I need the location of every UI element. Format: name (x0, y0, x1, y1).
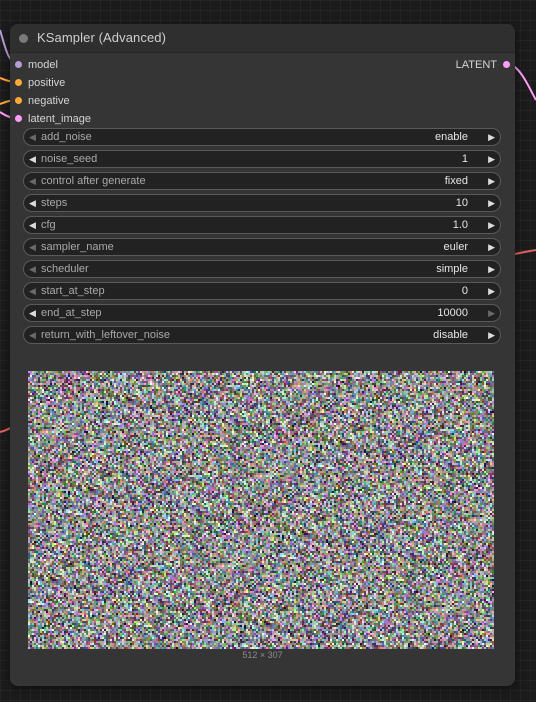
widget-name: add_noise (41, 131, 92, 143)
widget-list: ◀ add_noise enable ▶ ◀ noise_seed 1 ▶ ◀ control a… (23, 128, 501, 348)
output-label: LATENT (455, 59, 497, 71)
increment-arrow-icon[interactable]: ▶ (485, 327, 495, 343)
decrement-arrow-icon[interactable]: ◀ (29, 283, 39, 299)
widget-name: steps (41, 197, 68, 209)
widget-end-at-step[interactable]: ◀ end_at_step 10000 ▶ (23, 304, 501, 322)
input-label: positive (28, 77, 66, 89)
widget-cfg[interactable]: ◀ cfg 1.0 ▶ (23, 216, 501, 234)
input-label: model (28, 59, 58, 71)
widget-control-after-generate[interactable]: ◀ control after generate fixed ▶ (23, 172, 501, 190)
input-connector-icon[interactable] (15, 97, 22, 104)
decrement-arrow-icon[interactable]: ◀ (29, 261, 39, 277)
input-connector-icon[interactable] (15, 61, 22, 68)
widget-value[interactable]: 1 (462, 151, 468, 167)
input-label: latent_image (28, 113, 91, 125)
widget-name: noise_seed (41, 153, 98, 165)
increment-arrow-icon[interactable]: ▶ (485, 129, 495, 145)
widget-scheduler[interactable]: ◀ scheduler simple ▶ (23, 260, 501, 278)
widget-name: control after generate (41, 175, 146, 187)
widget-value[interactable]: 10 (456, 195, 468, 211)
increment-arrow-icon[interactable]: ▶ (485, 283, 495, 299)
node-title: KSampler (Advanced) (37, 30, 167, 45)
increment-arrow-icon[interactable]: ▶ (485, 173, 495, 189)
widget-name: end_at_step (41, 307, 102, 319)
input-connector-icon[interactable] (15, 115, 22, 122)
widget-name: sampler_name (41, 241, 114, 253)
output-slot-latent[interactable]: LATENT (430, 57, 510, 73)
widget-value[interactable]: 0 (462, 283, 468, 299)
widget-value[interactable]: disable (433, 327, 468, 343)
widget-name: return_with_leftover_noise (41, 329, 171, 341)
widget-add-noise[interactable]: ◀ add_noise enable ▶ (23, 128, 501, 146)
increment-arrow-icon[interactable]: ▶ (485, 305, 495, 321)
widget-steps[interactable]: ◀ steps 10 ▶ (23, 194, 501, 212)
right-red-link[interactable] (514, 249, 536, 255)
widget-value[interactable]: fixed (445, 173, 468, 189)
widget-start-at-step[interactable]: ◀ start_at_step 0 ▶ (23, 282, 501, 300)
ksampler-advanced-node[interactable]: KSampler (Advanced) model positive negativ… (10, 24, 515, 686)
widget-name: scheduler (41, 263, 89, 275)
widget-return-with-leftover-noise[interactable]: ◀ return_with_leftover_noise disable ▶ (23, 326, 501, 344)
input-connector-icon[interactable] (15, 79, 22, 86)
preview-dimensions: 512 × 307 (242, 650, 283, 660)
increment-arrow-icon[interactable]: ▶ (485, 217, 495, 233)
graph-canvas[interactable]: KSampler (Advanced) model positive negativ… (0, 0, 536, 702)
widget-value[interactable]: 1.0 (453, 217, 468, 233)
widget-noise-seed[interactable]: ◀ noise_seed 1 ▶ (23, 150, 501, 168)
decrement-arrow-icon[interactable]: ◀ (29, 217, 39, 233)
decrement-arrow-icon[interactable]: ◀ (29, 327, 39, 343)
decrement-arrow-icon[interactable]: ◀ (29, 305, 39, 321)
node-header[interactable]: KSampler (Advanced) (10, 24, 515, 53)
decrement-arrow-icon[interactable]: ◀ (29, 195, 39, 211)
increment-arrow-icon[interactable]: ▶ (485, 239, 495, 255)
input-label: negative (28, 95, 70, 107)
increment-arrow-icon[interactable]: ▶ (485, 261, 495, 277)
decrement-arrow-icon[interactable]: ◀ (29, 239, 39, 255)
increment-arrow-icon[interactable]: ▶ (485, 151, 495, 167)
widget-value[interactable]: 10000 (437, 305, 468, 321)
widget-value[interactable]: euler (444, 239, 468, 255)
collapse-toggle-icon[interactable] (19, 34, 28, 43)
widget-value[interactable]: enable (435, 129, 468, 145)
left-red-link[interactable] (0, 427, 11, 433)
widget-name: cfg (41, 219, 56, 231)
decrement-arrow-icon[interactable]: ◀ (29, 129, 39, 145)
increment-arrow-icon[interactable]: ▶ (485, 195, 495, 211)
widget-sampler-name[interactable]: ◀ sampler_name euler ▶ (23, 238, 501, 256)
output-connector-icon[interactable] (503, 61, 510, 68)
widget-value[interactable]: simple (436, 261, 468, 277)
latent-preview-image (28, 371, 494, 649)
decrement-arrow-icon[interactable]: ◀ (29, 173, 39, 189)
decrement-arrow-icon[interactable]: ◀ (29, 151, 39, 167)
widget-name: start_at_step (41, 285, 105, 297)
